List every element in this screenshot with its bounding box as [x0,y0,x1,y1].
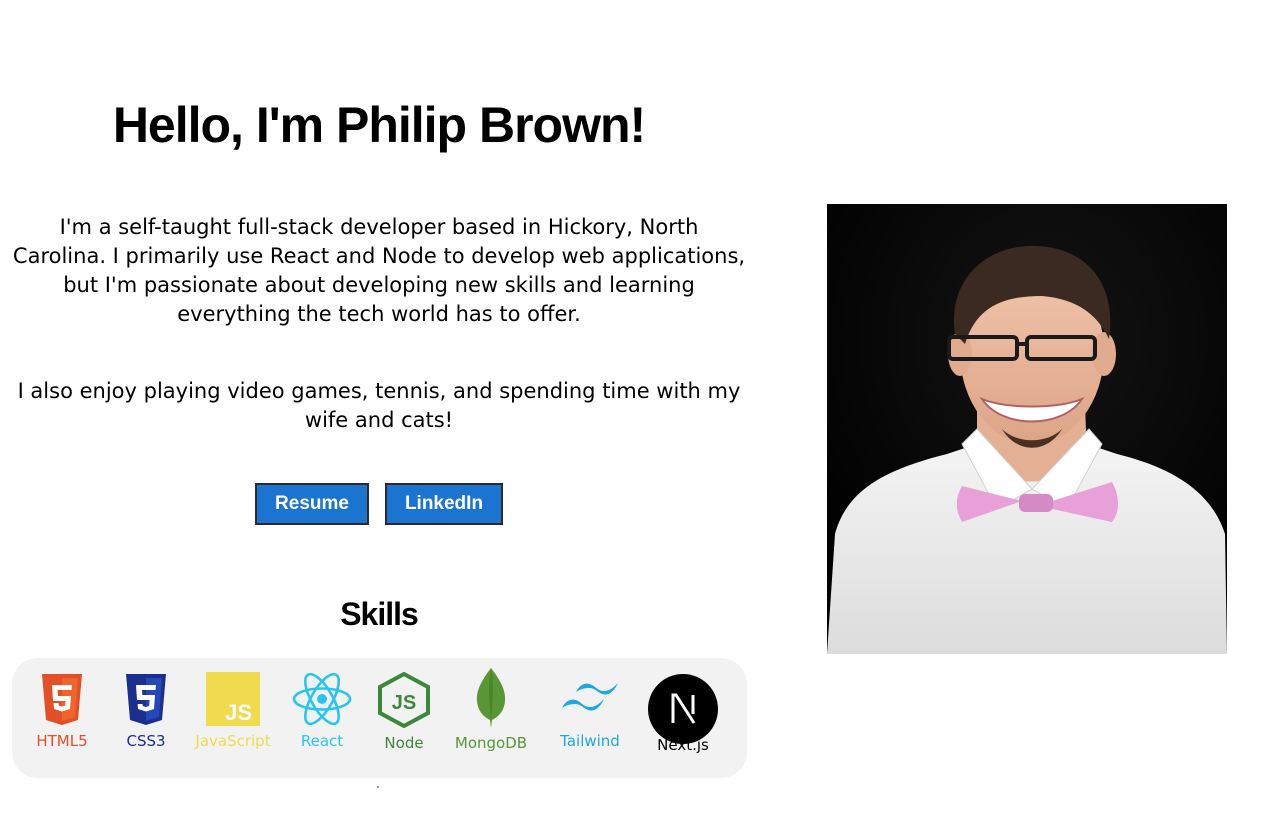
nodejs-icon: JS [378,672,430,728]
resume-button[interactable]: Resume [255,483,369,525]
javascript-icon: JS [206,672,260,726]
scroll-indicator [377,786,379,788]
portfolio-page: Hello, I'm Philip Brown! I'm a self-taug… [0,0,1271,836]
skill-html5: HTML5 [32,672,92,750]
html5-icon [42,674,82,725]
svg-text:JS: JS [225,700,252,725]
link-buttons: Resume LinkedIn [10,483,748,525]
skill-label-nextjs: Next.js [657,736,709,754]
skills-heading: Skills [340,596,419,632]
skill-javascript: JS JavaScript [188,672,278,750]
skills-panel: HTML5 CSS3 JS JavaScript React JS Node M… [12,658,747,778]
skill-css3: CSS3 [116,672,176,750]
skill-label-css3: CSS3 [126,732,166,750]
linkedin-button[interactable]: LinkedIn [385,483,503,525]
nextjs-icon [648,674,718,744]
react-icon [292,672,352,726]
mongodb-icon [476,668,506,728]
skill-label-html5: HTML5 [36,732,88,750]
skill-label-tailwind: Tailwind [560,732,620,750]
skill-node: JS Node [374,672,434,752]
svg-text:JS: JS [392,692,416,714]
bio-paragraph-hobbies: I also enjoy playing video games, tennis… [17,379,741,432]
skill-label-node: Node [384,734,424,752]
page-title: Hello, I'm Philip Brown! [112,97,646,153]
skill-nextjs: Next.js [648,672,718,754]
skill-mongodb: MongoDB [448,668,534,752]
profile-photo [827,204,1227,654]
bio-paragraph-intro: I'm a self-taught full-stack developer b… [12,215,746,326]
skill-label-javascript: JavaScript [195,732,271,750]
css3-icon [126,674,166,725]
skill-react: React [290,672,354,750]
tailwind-icon [562,683,618,711]
profile-photo-illustration [827,204,1227,654]
skill-tailwind: Tailwind [552,672,628,750]
skill-label-react: React [300,732,344,750]
skill-label-mongodb: MongoDB [454,734,528,752]
